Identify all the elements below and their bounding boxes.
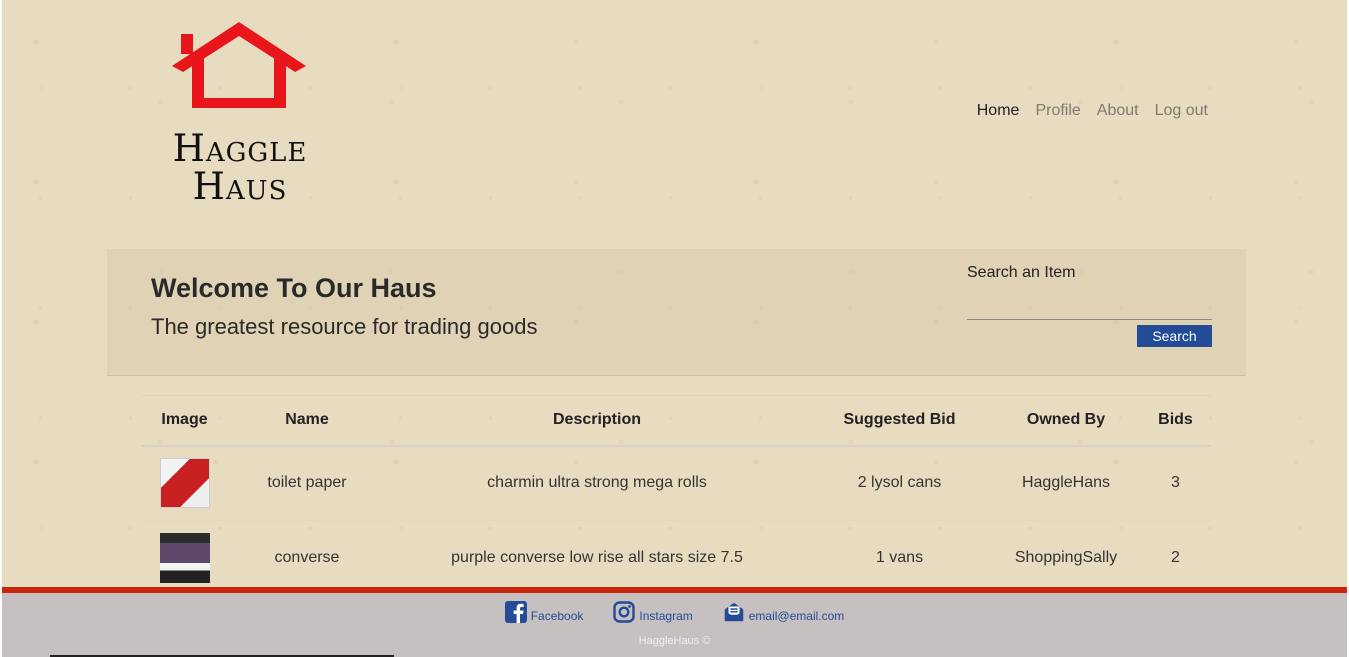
page-footer: Facebook Instagram email@email.com Haggl… (2, 587, 1347, 657)
item-bids: 3 (1140, 445, 1211, 521)
house-icon (172, 22, 306, 108)
search-label: Search an Item (967, 264, 1076, 281)
main-nav: Home Profile About Log out (977, 102, 1208, 120)
item-name: toilet paper (227, 445, 387, 521)
brand-logo[interactable]: Haggle Haus (150, 20, 330, 210)
item-image-cell (142, 520, 227, 596)
envelope-icon (724, 602, 743, 622)
item-owner: ShoppingSally (992, 520, 1140, 596)
email-link[interactable]: email@email.com (723, 601, 845, 623)
item-name: converse (227, 520, 387, 596)
column-header-image: Image (142, 395, 227, 447)
items-table: Image Name Description Suggested Bid Own… (142, 395, 1211, 596)
hero-title: Welcome To Our Haus (151, 273, 437, 303)
item-image-cell (142, 445, 227, 521)
table-row[interactable]: converse purple converse low rise all st… (142, 520, 1211, 596)
item-description: charmin ultra strong mega rolls (387, 445, 807, 521)
item-owner: HaggleHans (992, 445, 1140, 521)
table-row[interactable]: toilet paper charmin ultra strong mega r… (142, 445, 1211, 521)
frame-left-border (0, 0, 2, 657)
converse-thumbnail[interactable] (159, 533, 210, 583)
nav-about[interactable]: About (1097, 102, 1139, 120)
instagram-label: Instagram (639, 609, 693, 623)
item-bids: 2 (1140, 520, 1211, 596)
nav-profile[interactable]: Profile (1035, 102, 1080, 120)
item-suggested-bid: 2 lysol cans (807, 445, 992, 521)
toilet-paper-thumbnail[interactable] (159, 458, 210, 509)
brand-name: Haggle Haus (172, 127, 308, 208)
search-button[interactable]: Search (1137, 325, 1212, 347)
footer-links: Facebook Instagram email@email.com (2, 601, 1347, 623)
search-input[interactable] (967, 294, 1212, 320)
hero-subtitle: The greatest resource for trading goods (151, 314, 538, 339)
item-suggested-bid: 1 vans (807, 520, 992, 596)
column-header-suggested-bid: Suggested Bid (807, 395, 992, 447)
column-header-owned-by: Owned By (992, 395, 1140, 447)
item-description: purple converse low rise all stars size … (387, 520, 807, 596)
instagram-link[interactable]: Instagram (613, 601, 693, 623)
column-header-name: Name (227, 395, 387, 447)
table-header-row: Image Name Description Suggested Bid Own… (142, 395, 1211, 447)
nav-home[interactable]: Home (977, 102, 1020, 120)
facebook-label: Facebook (530, 609, 584, 623)
column-header-bids: Bids (1140, 395, 1211, 447)
column-header-description: Description (387, 395, 807, 447)
nav-logout[interactable]: Log out (1155, 102, 1208, 120)
hero-banner: Welcome To Our Haus The greatest resourc… (107, 249, 1246, 376)
email-label: email@email.com (748, 609, 845, 623)
copyright-text: HaggleHaus © (638, 635, 711, 647)
instagram-icon (613, 601, 636, 623)
facebook-icon (504, 601, 527, 623)
facebook-link[interactable]: Facebook (504, 601, 584, 623)
